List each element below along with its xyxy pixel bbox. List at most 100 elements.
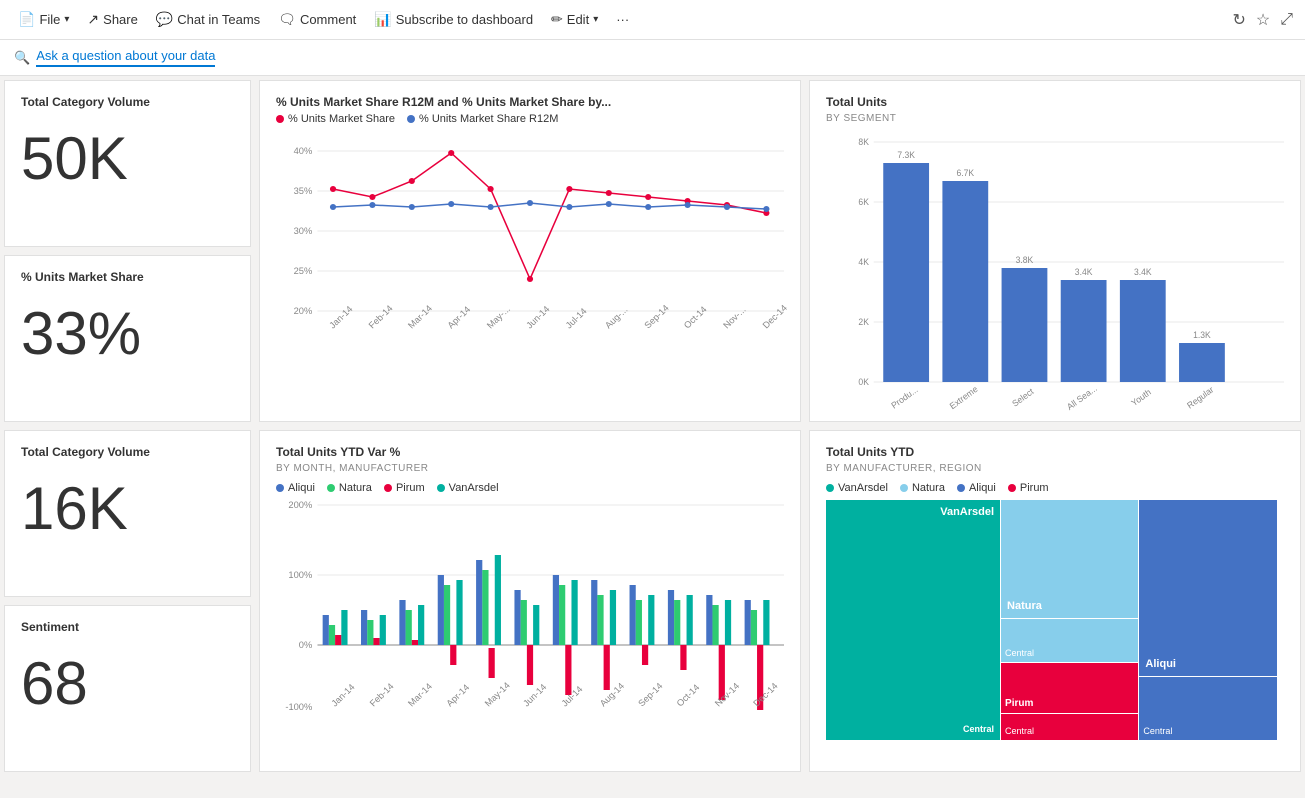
svg-text:30%: 30%	[294, 226, 313, 236]
star-icon[interactable]: ☆	[1256, 10, 1270, 30]
svg-text:Jul-14: Jul-14	[559, 684, 584, 708]
svg-text:Mar-14: Mar-14	[406, 303, 434, 330]
teams-icon: 💬	[156, 11, 173, 28]
fullscreen-icon[interactable]: ⤢	[1280, 11, 1293, 29]
svg-text:Jun-14: Jun-14	[521, 682, 548, 708]
treemap-col-aliqui: Aliqui Central	[1139, 500, 1276, 740]
svg-text:Apr-14: Apr-14	[444, 682, 471, 708]
edit-icon: ✏	[551, 11, 563, 28]
legend-pirum: Pirum	[384, 482, 425, 494]
svg-text:Apr-14: Apr-14	[445, 304, 472, 330]
svg-text:Oct-14: Oct-14	[682, 304, 709, 330]
file-menu[interactable]: 📄 File ▾	[12, 7, 75, 32]
svg-text:May-...: May-...	[485, 304, 512, 330]
legend-natura-t: Natura	[900, 482, 945, 494]
treemap-cell-natura-central[interactable]: Central	[1001, 619, 1138, 662]
total-cat-vol-1-value: 50K	[21, 129, 234, 189]
more-button[interactable]: ···	[610, 8, 635, 31]
total-cat-vol-2-title: Total Category Volume	[21, 445, 234, 459]
svg-text:Jun-14: Jun-14	[524, 304, 551, 330]
legend-dot-nat	[900, 484, 908, 492]
legend-dot-blue	[407, 115, 415, 123]
pct-units-market-share-card: % Units Market Share 33%	[4, 255, 251, 422]
treemap-cell-natura[interactable]: Natura	[1001, 500, 1138, 618]
treemap-col-vanarsdel: VanArsdel Central	[826, 500, 1000, 740]
more-label: ···	[616, 12, 629, 27]
legend-natura: Natura	[327, 482, 372, 494]
svg-text:0K: 0K	[858, 377, 869, 387]
pct-units-title: % Units Market Share	[21, 270, 234, 284]
refresh-icon[interactable]: ↻	[1232, 10, 1245, 30]
chat-in-teams-button[interactable]: 💬 Chat in Teams	[150, 7, 266, 32]
treemap-cell-pirum-central[interactable]: Central	[1001, 714, 1138, 740]
svg-text:3.8K: 3.8K	[1016, 255, 1034, 265]
svg-text:35%: 35%	[294, 186, 313, 196]
total-units-title: Total Units	[826, 95, 1284, 109]
legend-dot-natura	[327, 484, 335, 492]
line-chart-card: % Units Market Share R12M and % Units Ma…	[259, 80, 801, 422]
share-label: Share	[103, 12, 138, 27]
total-cat-vol-1-title: Total Category Volume	[21, 95, 234, 109]
svg-text:Sep-14: Sep-14	[636, 681, 664, 708]
svg-text:-100%: -100%	[285, 702, 312, 712]
subscribe-icon: 📊	[374, 11, 391, 28]
sentiment-title: Sentiment	[21, 620, 234, 634]
svg-text:3.4K: 3.4K	[1075, 267, 1093, 277]
total-units-subtitle: BY SEGMENT	[826, 113, 1284, 124]
legend-vanarsdel: VanArsdel	[437, 482, 499, 494]
legend-dot-vanarsdel	[437, 484, 445, 492]
svg-text:8K: 8K	[858, 137, 869, 147]
legend-dot-van	[826, 484, 834, 492]
treemap-cell-pirum[interactable]: Pirum	[1001, 663, 1138, 713]
svg-text:Sep-14: Sep-14	[642, 303, 670, 330]
file-chevron: ▾	[64, 14, 69, 25]
subscribe-button[interactable]: 📊 Subscribe to dashboard	[368, 7, 539, 32]
comment-button[interactable]: 🗨 Comment	[272, 7, 362, 32]
treemap-title: Total Units YTD	[826, 445, 1284, 459]
svg-text:Jan-14: Jan-14	[329, 682, 356, 708]
svg-text:Mar-14: Mar-14	[406, 681, 434, 708]
file-label: File	[39, 12, 60, 27]
legend-pirum-t: Pirum	[1008, 482, 1049, 494]
treemap-cell-vanarsdel[interactable]: VanArsdel Central	[826, 500, 1000, 740]
share-button[interactable]: ↗ Share	[81, 7, 143, 32]
share-icon: ↗	[87, 11, 99, 28]
svg-text:6K: 6K	[858, 197, 869, 207]
sentiment-card: Sentiment 68	[4, 605, 251, 772]
treemap-legend: VanArsdel Natura Aliqui Pirum	[826, 482, 1284, 494]
legend-dot-pirum	[384, 484, 392, 492]
grouped-bar-title: Total Units YTD Var %	[276, 445, 784, 459]
total-category-volume-card-1: Total Category Volume 50K	[4, 80, 251, 247]
legend-dot-ali	[957, 484, 965, 492]
edit-button[interactable]: ✏ Edit ▾	[545, 7, 604, 32]
svg-text:Nov-14: Nov-14	[713, 681, 741, 708]
treemap-cell-aliqui[interactable]: Aliqui	[1139, 500, 1276, 676]
legend-label-r12m: % Units Market Share R12M	[419, 113, 558, 125]
line-chart-legend: % Units Market Share % Units Market Shar…	[276, 113, 784, 125]
legend-aliqui: Aliqui	[276, 482, 315, 494]
qa-input[interactable]: Ask a question about your data	[36, 48, 215, 67]
center-charts-column: % Units Market Share R12M and % Units Ma…	[255, 76, 805, 776]
sentiment-value: 68	[21, 654, 234, 714]
treemap-card: Total Units YTD BY MANUFACTURER, REGION …	[809, 430, 1301, 772]
legend-dot-red	[276, 115, 284, 123]
svg-text:20%: 20%	[294, 306, 313, 316]
grouped-bar-chart-card: Total Units YTD Var % BY MONTH, MANUFACT…	[259, 430, 801, 772]
svg-text:Feb-14: Feb-14	[367, 303, 395, 330]
svg-text:Produ...: Produ...	[889, 384, 919, 410]
grouped-bar-subtitle: BY MONTH, MANUFACTURER	[276, 463, 784, 474]
svg-text:Dec-14: Dec-14	[751, 681, 779, 708]
svg-text:Jul-14: Jul-14	[564, 306, 589, 330]
total-cat-vol-2-value: 16K	[21, 479, 234, 539]
svg-text:Jan-14: Jan-14	[327, 304, 354, 330]
legend-label-pct-units: % Units Market Share	[288, 113, 395, 125]
svg-text:Nov-...: Nov-...	[721, 305, 748, 331]
svg-text:0%: 0%	[299, 640, 312, 650]
treemap-subtitle: BY MANUFACTURER, REGION	[826, 463, 1284, 474]
qa-bar[interactable]: 🔍 Ask a question about your data	[0, 40, 1305, 76]
treemap-cell-aliqui-central[interactable]: Central	[1139, 677, 1276, 740]
svg-text:200%: 200%	[288, 500, 312, 510]
svg-text:Regular: Regular	[1185, 384, 1215, 410]
subscribe-label: Subscribe to dashboard	[396, 12, 533, 27]
legend-dot-aliqui	[276, 484, 284, 492]
